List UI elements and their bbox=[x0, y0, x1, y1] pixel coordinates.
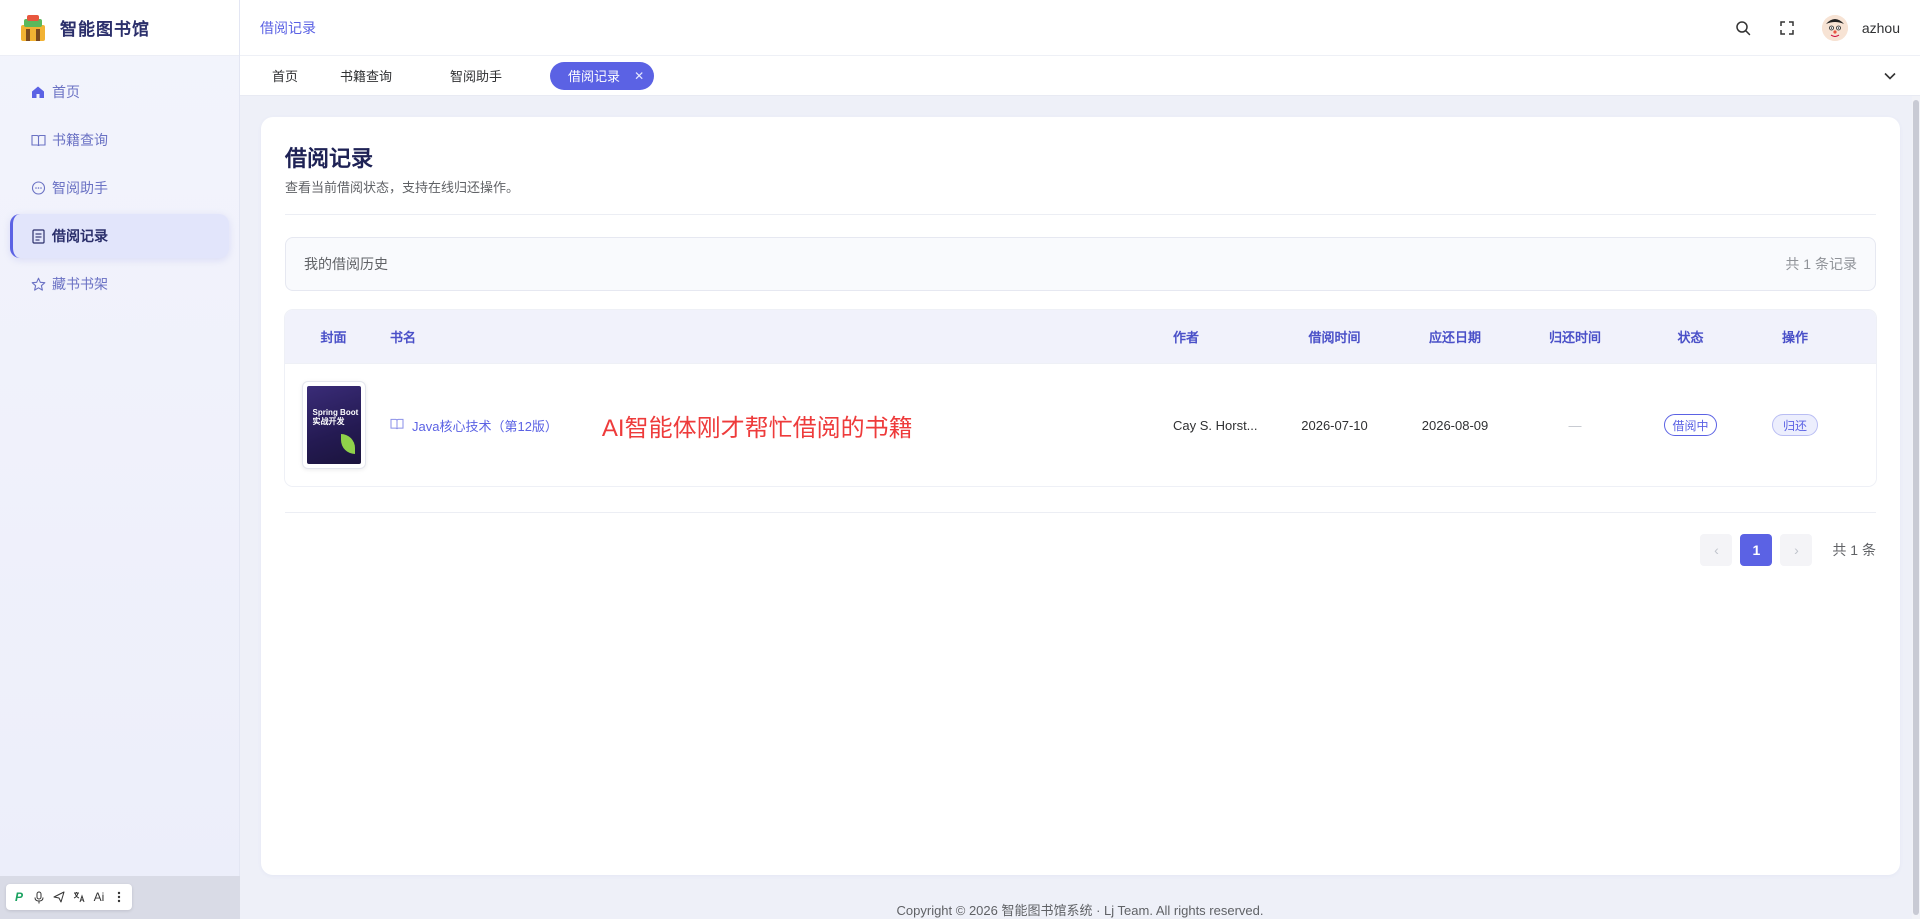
column-header-title: 书名 bbox=[390, 330, 417, 345]
sidebar-item-label: 借阅记录 bbox=[52, 228, 108, 244]
library-logo-icon bbox=[21, 14, 45, 41]
book-title-link[interactable]: Java核心技术（第12版） bbox=[390, 416, 558, 435]
chat-icon bbox=[30, 180, 46, 196]
table-header: 封面 书名 作者 借阅时间 应还日期 归还时间 状态 操作 bbox=[285, 310, 1876, 363]
home-icon bbox=[30, 84, 46, 100]
due-date-cell: 2026-08-09 bbox=[1421, 417, 1489, 433]
tab-borrow-records[interactable]: 借阅记录 ✕ bbox=[550, 61, 655, 90]
title-cell: Java核心技术（第12版） AI智能体刚才帮忙借阅的书籍 bbox=[382, 408, 1165, 443]
tab-assistant[interactable]: 智阅助手 bbox=[438, 62, 514, 90]
action-cell: 归还 bbox=[1744, 414, 1846, 436]
book-title: Java核心技术（第12版） bbox=[412, 418, 558, 434]
page-subtitle: 查看当前借阅状态，支持在线归还操作。 bbox=[285, 180, 520, 195]
floating-toolbar: P Ai bbox=[6, 884, 132, 910]
sidebar-item-bookshelf[interactable]: 藏书书架 bbox=[10, 262, 229, 306]
book-icon bbox=[30, 132, 46, 148]
breadcrumb[interactable]: 借阅记录 bbox=[260, 18, 316, 38]
sidebar-item-home[interactable]: 首页 bbox=[10, 70, 229, 114]
tab-book-search[interactable]: 书籍查询 bbox=[328, 62, 404, 90]
sidebar-menu: 首页 书籍查询 智阅助手 借阅记录 藏书书架 bbox=[0, 56, 239, 306]
column-header-borrow-date: 借阅时间 bbox=[1308, 330, 1361, 345]
section-label: 我的借阅历史 bbox=[304, 256, 388, 272]
sidebar-item-label: 藏书书架 bbox=[52, 276, 108, 292]
book-icon bbox=[390, 418, 404, 432]
footer-copyright: Copyright © 2026 智能图书馆系统 · Lj Team. All … bbox=[896, 903, 1264, 918]
borrow-table: 封面 书名 作者 借阅时间 应还日期 归还时间 状态 操作 Spring Boo… bbox=[285, 310, 1876, 486]
header-actions: azhou bbox=[1734, 14, 1900, 41]
return-button[interactable]: 归还 bbox=[1771, 414, 1818, 436]
prev-page-button[interactable]: ‹ bbox=[1700, 534, 1733, 566]
author-cell: Cay S. Horst... bbox=[1173, 417, 1258, 433]
page-number-current[interactable]: 1 bbox=[1740, 534, 1773, 566]
column-header-due-date: 应还日期 bbox=[1428, 330, 1481, 345]
record-count: 共 1 条记录 bbox=[1785, 256, 1857, 272]
column-header-status: 状态 bbox=[1677, 330, 1704, 345]
star-icon bbox=[30, 276, 46, 292]
sidebar-item-book-search[interactable]: 书籍查询 bbox=[10, 118, 229, 162]
sidebar-item-label: 书籍查询 bbox=[52, 132, 108, 148]
status-cell: 借阅中 bbox=[1637, 414, 1744, 436]
fullscreen-icon[interactable] bbox=[1778, 19, 1796, 37]
send-icon[interactable] bbox=[50, 886, 68, 908]
document-icon bbox=[30, 228, 46, 244]
sidebar: 智能图书馆 首页 书籍查询 智阅助手 借阅记录 藏书书架 bbox=[0, 0, 240, 919]
main-card: 借阅记录 查看当前借阅状态，支持在线归还操作。 我的借阅历史 共 1 条记录 封… bbox=[261, 117, 1900, 875]
pagination-total: 共 1 条 bbox=[1832, 542, 1876, 558]
sidebar-item-borrow-records[interactable]: 借阅记录 bbox=[10, 214, 229, 258]
status-badge: 借阅中 bbox=[1664, 414, 1717, 436]
avatar[interactable] bbox=[1821, 14, 1848, 41]
history-section-header: 我的借阅历史 共 1 条记录 bbox=[285, 237, 1876, 291]
brand[interactable]: 智能图书馆 bbox=[0, 0, 239, 56]
leaf-icon bbox=[340, 434, 355, 454]
ai-icon[interactable]: Ai bbox=[90, 886, 108, 908]
next-page-button[interactable]: › bbox=[1780, 534, 1813, 566]
username[interactable]: azhou bbox=[1862, 20, 1900, 36]
borrow-date-cell: 2026-07-10 bbox=[1301, 417, 1368, 433]
tab-home[interactable]: 首页 bbox=[260, 62, 310, 90]
brand-title: 智能图书馆 bbox=[60, 20, 150, 39]
more-vertical-icon[interactable] bbox=[110, 886, 128, 908]
column-header-cover: 封面 bbox=[320, 330, 347, 345]
search-icon[interactable] bbox=[1734, 19, 1752, 37]
divider bbox=[285, 512, 1876, 513]
return-date-cell: — bbox=[1568, 417, 1582, 433]
translate-icon[interactable] bbox=[70, 886, 88, 908]
book-cover-image: Spring Boot 实战开发 bbox=[306, 386, 361, 464]
top-header: 借阅记录 azhou bbox=[240, 0, 1920, 56]
chevron-down-icon[interactable] bbox=[1882, 68, 1898, 84]
page-scrollbar[interactable] bbox=[1912, 96, 1920, 919]
column-header-return-date: 归还时间 bbox=[1548, 330, 1601, 345]
column-header-action: 操作 bbox=[1781, 330, 1808, 345]
sidebar-item-assistant[interactable]: 智阅助手 bbox=[10, 166, 229, 210]
scrollbar-thumb[interactable] bbox=[1913, 100, 1919, 915]
sidebar-item-label: 首页 bbox=[52, 84, 80, 100]
annotation-text: AI智能体刚才帮忙借阅的书籍 bbox=[601, 414, 913, 442]
pagination: ‹ 1 › 共 1 条 bbox=[1700, 534, 1876, 566]
sidebar-item-label: 智阅助手 bbox=[52, 180, 108, 196]
floating-toolbar-area: P Ai bbox=[0, 876, 240, 919]
close-icon[interactable]: ✕ bbox=[634, 69, 644, 83]
column-header-author: 作者 bbox=[1173, 330, 1200, 345]
cover-cell: Spring Boot 实战开发 bbox=[285, 381, 382, 469]
tab-label: 借阅记录 bbox=[568, 69, 621, 84]
mic-icon[interactable] bbox=[30, 886, 48, 908]
cover-text: Spring Boot 实战开发 bbox=[312, 408, 359, 426]
user-menu[interactable]: azhou bbox=[1821, 14, 1900, 41]
pinyin-icon[interactable]: P bbox=[10, 886, 28, 908]
page-title: 借阅记录 bbox=[285, 146, 374, 171]
table-row: Spring Boot 实战开发 Java核心技术（第12版） AI智能体刚才帮… bbox=[285, 363, 1876, 486]
book-cover[interactable]: Spring Boot 实战开发 bbox=[301, 381, 366, 469]
tags-view-bar: 首页 书籍查询 智阅助手 借阅记录 ✕ bbox=[240, 56, 1920, 96]
divider bbox=[285, 214, 1876, 215]
